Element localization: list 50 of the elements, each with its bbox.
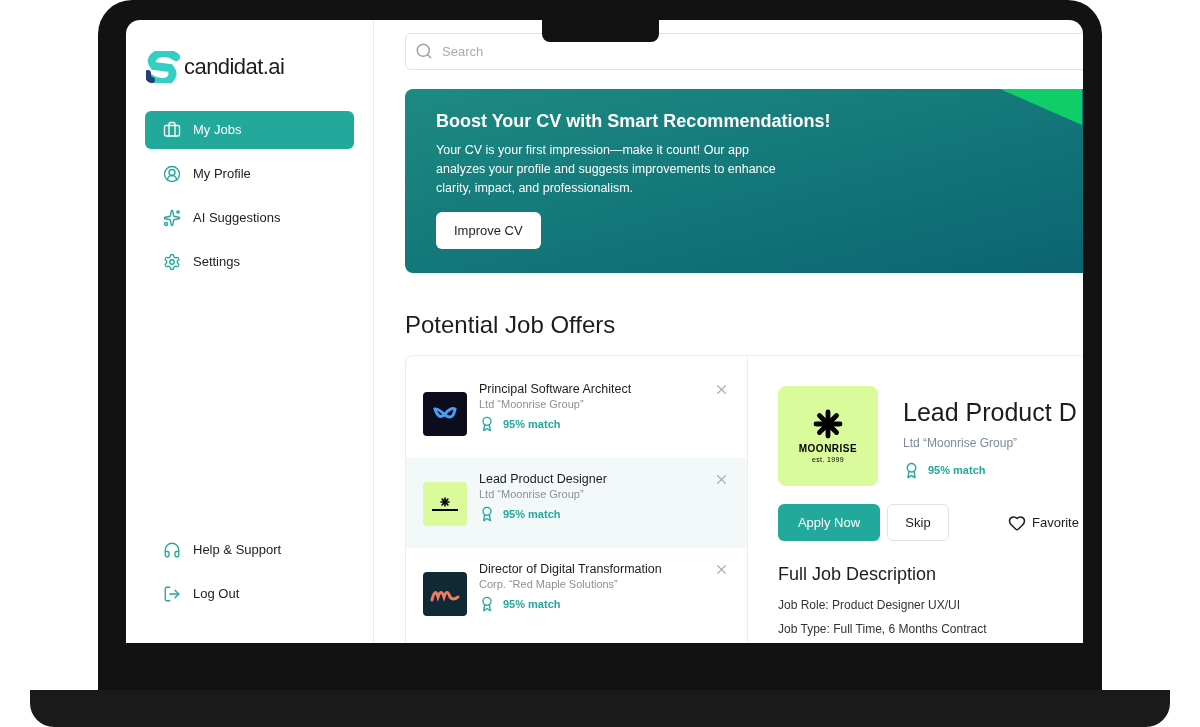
logo-wordmark: [432, 509, 458, 511]
job-title: Director of Digital Transformation: [479, 562, 663, 577]
heart-icon: [1008, 513, 1026, 532]
job-title: Lead Product Designer: [479, 472, 608, 487]
award-icon: [479, 506, 495, 523]
nav-item[interactable]: Settings: [145, 243, 354, 281]
dismiss-button[interactable]: [714, 562, 729, 577]
asterisk-icon: [813, 408, 843, 439]
match-score: 95% match: [503, 417, 561, 432]
section-title: Potential Job Offers: [405, 310, 617, 340]
description-line: Job Role: Product Designer UX/UI: [778, 597, 962, 614]
nav-item[interactable]: My Profile: [145, 155, 354, 193]
company-logo: [423, 572, 467, 616]
logo-text: MOONRISE: [798, 442, 858, 455]
award-icon: [479, 596, 495, 613]
detail-title: Lead Product D: [903, 397, 1077, 428]
user-icon: [163, 165, 181, 183]
dismiss-button[interactable]: [714, 382, 729, 397]
description-title: Full Job Description: [778, 563, 938, 586]
company-name: Corp. “Red Maple Solutions”: [479, 577, 619, 591]
match-score: 95% match: [503, 597, 561, 612]
match-score: 95% match: [503, 507, 561, 522]
headphones-icon: [163, 541, 181, 559]
job-title: Principal Software Architect: [479, 382, 633, 397]
sparkles-icon: [163, 209, 181, 227]
logo-icon: [146, 50, 180, 83]
brand-name: candidat.ai: [184, 53, 285, 81]
asterisk-icon: [440, 497, 450, 507]
search-field[interactable]: Search: [405, 33, 1083, 70]
settings-icon: [163, 253, 181, 271]
favorite-button[interactable]: Favorite: [1008, 512, 1079, 533]
banner-text: Your CV is your first impression—make it count! Our app analyzes your profile and suggests improvements to enhance clarity, impact, and professionalism.: [436, 142, 777, 197]
job-item[interactable]: Lead Product Designer Ltd “Moonrise Group” 95% match: [406, 458, 747, 548]
nav-item[interactable]: Log Out: [145, 575, 354, 613]
award-icon: [479, 416, 495, 433]
banner-title: Boost Your CV with Smart Recommendations!: [436, 110, 832, 133]
description-line: Job Type: Full Time, 6 Months Contract: [778, 621, 988, 638]
nav-item[interactable]: AI Suggestions: [145, 199, 354, 237]
company-name: Ltd “Moonrise Group”: [479, 397, 585, 411]
logout-icon: [163, 585, 181, 603]
match-score: 95% match: [928, 462, 986, 478]
briefcase-icon: [163, 121, 181, 139]
skip-button[interactable]: Skip: [887, 504, 949, 541]
search-icon: [415, 42, 433, 60]
dismiss-button[interactable]: [714, 472, 729, 487]
improve-cv-button[interactable]: Improve CV: [436, 212, 541, 249]
company-name: Ltd “Moonrise Group”: [479, 487, 585, 501]
company-logo: [423, 392, 467, 436]
company-name: Ltd “Moonrise Group”: [903, 434, 1019, 452]
nav-item[interactable]: Help & Support: [145, 531, 354, 569]
